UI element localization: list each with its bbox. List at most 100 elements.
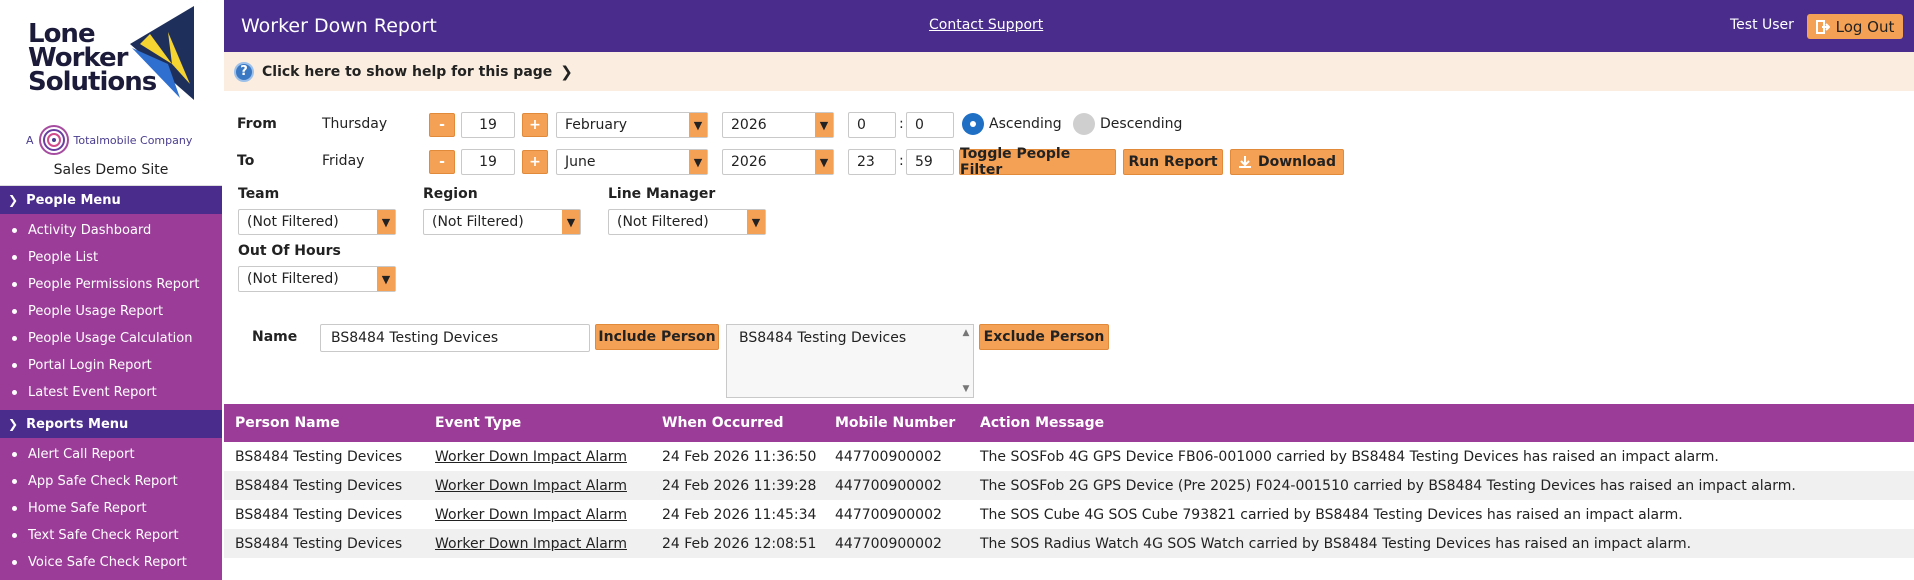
sort-ascending-label[interactable]: Ascending	[989, 116, 1062, 132]
run-report-button[interactable]: Run Report	[1123, 149, 1223, 175]
dropdown-arrow-icon: ▼	[377, 210, 395, 234]
current-user: Test User	[1730, 17, 1794, 33]
table-row: BS8484 Testing Devices Worker Down Impact…	[224, 529, 1914, 558]
to-month-select[interactable]: June ▼	[556, 149, 708, 175]
listbox-scrollbar[interactable]: ▲ ▼	[961, 328, 971, 394]
download-label: Download	[1257, 154, 1337, 170]
from-month-select[interactable]: February ▼	[556, 112, 708, 138]
people-menu-list: Activity Dashboard People List People Perm…	[0, 214, 222, 410]
event-type-link[interactable]: Worker Down Impact Alarm	[435, 478, 627, 494]
column-header-person-name[interactable]: Person Name	[224, 404, 424, 442]
logo-area: Lone Worker Solutions A Totalmobile Comp…	[0, 0, 222, 186]
out-of-hours-value: (Not Filtered)	[247, 271, 339, 287]
sort-ascending-radio[interactable]	[962, 113, 984, 135]
sidebar-item[interactable]: People List	[0, 244, 222, 271]
out-of-hours-select[interactable]: (Not Filtered) ▼	[238, 266, 396, 292]
help-question-icon: ?	[234, 61, 254, 82]
team-select[interactable]: (Not Filtered) ▼	[238, 209, 396, 235]
logout-icon	[1815, 19, 1830, 34]
sort-descending-radio[interactable]	[1073, 113, 1095, 135]
dropdown-arrow-icon: ▼	[689, 113, 707, 137]
from-day-decrement-button[interactable]: -	[429, 113, 455, 137]
table-cell-message: The SOSFob 2G GPS Device (Pre 2025) F024…	[969, 471, 1914, 500]
include-person-button[interactable]: Include Person	[595, 324, 719, 350]
sidebar-item[interactable]: People Permissions Report	[0, 271, 222, 298]
line-manager-select[interactable]: (Not Filtered) ▼	[608, 209, 766, 235]
sidebar-item[interactable]: Portal Login Report	[0, 352, 222, 379]
to-day-increment-button[interactable]: +	[522, 150, 548, 174]
sidebar-item-label: Portal Login Report	[28, 358, 152, 373]
selected-person-item[interactable]: BS8484 Testing Devices	[739, 330, 961, 346]
top-bar: Worker Down Report Contact Support Test …	[224, 0, 1914, 52]
help-bar[interactable]: ? Click here to show help for this page …	[224, 52, 1914, 91]
to-time-separator: :	[899, 153, 904, 169]
exclude-person-button[interactable]: Exclude Person	[979, 324, 1109, 350]
download-button[interactable]: Download	[1230, 149, 1344, 175]
table-cell-person: BS8484 Testing Devices	[224, 471, 424, 500]
sidebar-item[interactable]: People Usage Report	[0, 298, 222, 325]
toggle-people-filter-button[interactable]: Toggle People Filter	[959, 146, 1116, 178]
sidebar-item-label: Home Safe Report	[28, 501, 147, 516]
from-hour-input[interactable]: 0	[848, 112, 896, 138]
to-weekday: Friday	[322, 153, 365, 169]
people-menu-header[interactable]: ❯ People Menu	[0, 186, 222, 214]
column-header-mobile-number[interactable]: Mobile Number	[824, 404, 969, 442]
column-header-event-type[interactable]: Event Type	[424, 404, 651, 442]
reports-menu-header[interactable]: ❯ Reports Menu	[0, 410, 222, 438]
chevron-right-icon: ❯	[560, 62, 573, 81]
name-input[interactable]: BS8484 Testing Devices	[320, 324, 590, 352]
event-type-link[interactable]: Worker Down Impact Alarm	[435, 507, 627, 523]
bullet-icon	[12, 363, 17, 368]
sidebar-item-label: Alert Call Report	[28, 447, 135, 462]
to-hour-input[interactable]: 23	[848, 149, 896, 175]
event-type-link[interactable]: Worker Down Impact Alarm	[435, 536, 627, 552]
sidebar-item[interactable]: Activity Dashboard	[0, 217, 222, 244]
table-cell-event: Worker Down Impact Alarm	[424, 471, 651, 500]
bullet-icon	[12, 282, 17, 287]
dropdown-arrow-icon: ▼	[689, 150, 707, 174]
table-cell-person: BS8484 Testing Devices	[235, 506, 403, 523]
to-day-decrement-button[interactable]: -	[429, 150, 455, 174]
site-name: Sales Demo Site	[53, 162, 169, 178]
sidebar-item[interactable]: Alert Call Report	[0, 441, 222, 468]
region-select[interactable]: (Not Filtered) ▼	[423, 209, 581, 235]
from-minute-input[interactable]: 0	[906, 112, 954, 138]
totalmobile-swirl-icon	[38, 125, 69, 155]
sort-descending-label[interactable]: Descending	[1100, 116, 1182, 132]
sidebar-item[interactable]: People Usage Calculation	[0, 325, 222, 352]
download-icon	[1238, 156, 1251, 168]
column-header-action-message[interactable]: Action Message	[969, 404, 1914, 442]
logout-button[interactable]: Log Out	[1807, 14, 1903, 39]
from-day-input[interactable]: 19	[461, 112, 515, 138]
logo-mark	[130, 6, 194, 100]
selected-people-listbox[interactable]: BS8484 Testing Devices ▲ ▼	[726, 324, 974, 398]
to-label: To	[237, 153, 255, 169]
sidebar-item-label: App Safe Check Report	[28, 474, 178, 489]
to-year-select[interactable]: 2026 ▼	[722, 149, 834, 175]
region-label: Region	[423, 186, 478, 202]
sidebar-item[interactable]: App Safe Check Report	[0, 468, 222, 495]
column-header-when-occurred[interactable]: When Occurred	[651, 404, 824, 442]
table-cell-when: 24 Feb 2026 12:08:51	[651, 529, 824, 558]
sidebar-item-label: Latest Event Report	[28, 385, 157, 400]
from-day-increment-button[interactable]: +	[522, 113, 548, 137]
line-manager-value: (Not Filtered)	[617, 214, 709, 230]
table-cell-event: Worker Down Impact Alarm	[424, 442, 651, 471]
from-year-select[interactable]: 2026 ▼	[722, 112, 834, 138]
to-day-input[interactable]: 19	[461, 149, 515, 175]
sidebar-item[interactable]: Text Safe Check Report	[0, 522, 222, 549]
bullet-icon	[12, 506, 17, 511]
table-cell-event: Worker Down Impact Alarm	[424, 529, 651, 558]
sidebar-item[interactable]: Home Safe Report	[0, 495, 222, 522]
sidebar-item[interactable]: Voice Safe Check Report	[0, 549, 222, 576]
contact-support-link[interactable]: Contact Support	[929, 17, 1043, 33]
sidebar-item-label: Text Safe Check Report	[28, 528, 179, 543]
bullet-icon	[12, 309, 17, 314]
to-minute-input[interactable]: 59	[906, 149, 954, 175]
event-type-link[interactable]: Worker Down Impact Alarm	[435, 449, 627, 465]
to-month-value: June	[565, 154, 596, 170]
people-menu-title: People Menu	[26, 192, 121, 208]
sidebar-item[interactable]: Latest Event Report	[0, 379, 222, 406]
sidebar-item-label: Activity Dashboard	[28, 223, 152, 238]
table-cell-when: 24 Feb 2026 11:45:34	[662, 506, 817, 523]
